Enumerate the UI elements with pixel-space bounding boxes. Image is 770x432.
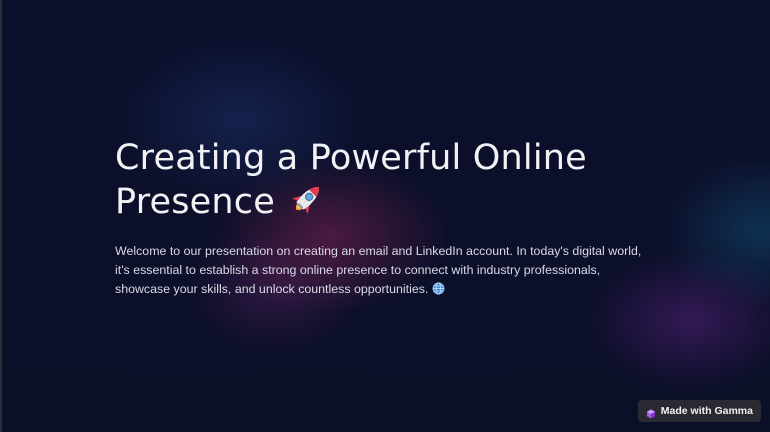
slide-title: Creating a Powerful Online Presence bbox=[115, 136, 675, 224]
rocket-icon bbox=[287, 179, 327, 219]
globe-icon bbox=[432, 282, 445, 295]
badge-label: Made with Gamma bbox=[660, 405, 753, 417]
slide-title-text: Creating a Powerful Online Presence bbox=[115, 138, 587, 222]
made-with-gamma-badge[interactable]: Made with Gamma bbox=[637, 400, 761, 422]
slide: Creating a Powerful Online Presence Welc… bbox=[0, 0, 770, 432]
slide-body-copy: Welcome to our presentation on creating … bbox=[115, 244, 642, 296]
slide-body-text: Welcome to our presentation on creating … bbox=[115, 242, 655, 299]
window-edge bbox=[0, 0, 2, 432]
gamma-logo-icon bbox=[646, 406, 656, 419]
